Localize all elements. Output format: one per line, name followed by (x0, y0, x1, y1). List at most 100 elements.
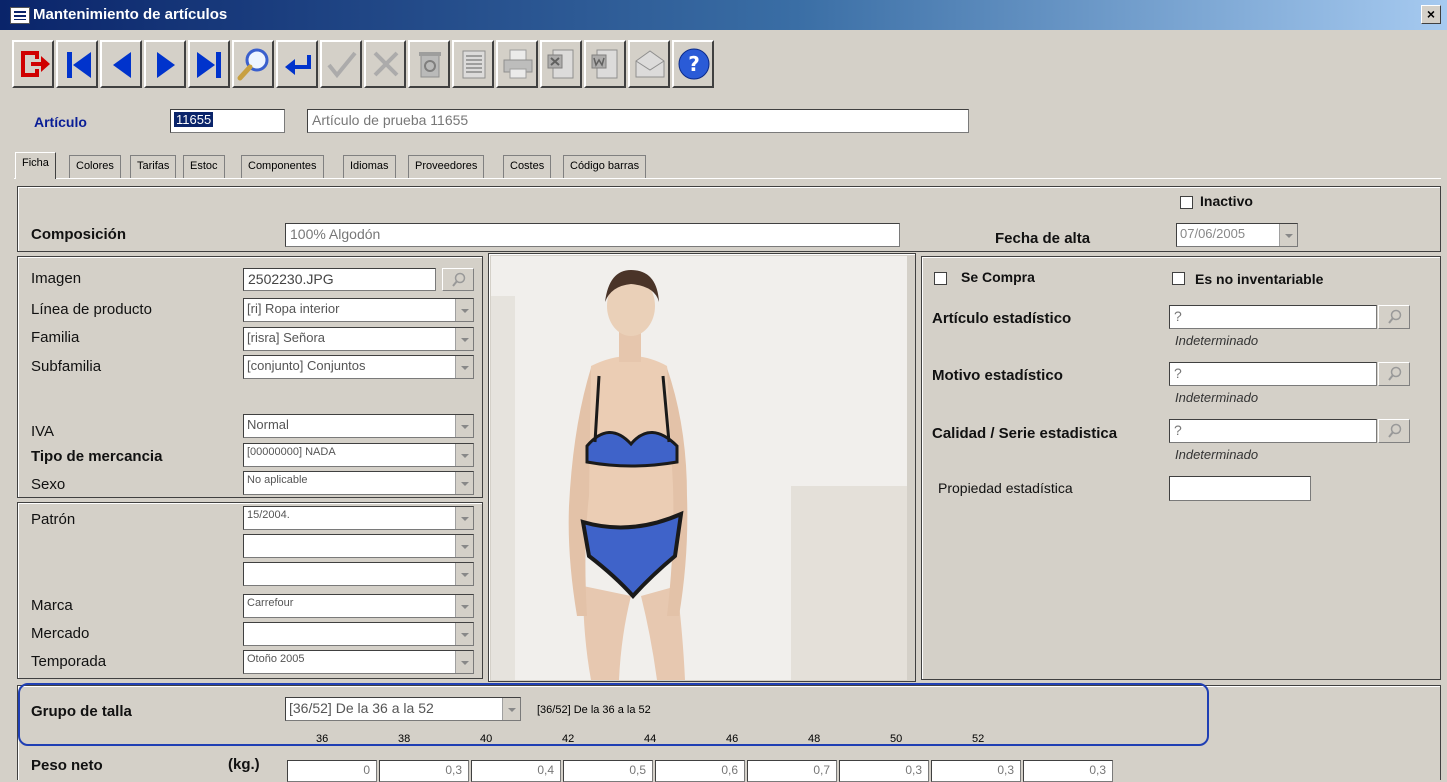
composition-field[interactable]: 100% Algodón (285, 223, 900, 247)
brand-label: Marca (31, 597, 73, 614)
net-weight-field[interactable]: 0,7 (747, 760, 837, 782)
stat-property-field[interactable] (1169, 476, 1311, 501)
family-label: Familia (31, 329, 80, 346)
sex-select[interactable]: No aplicable (243, 471, 474, 495)
tab-colores[interactable]: Colores (69, 155, 121, 179)
product-line-value: [ri] Ropa interior (247, 301, 340, 316)
print-button[interactable] (496, 40, 538, 88)
svg-text:?: ? (688, 52, 700, 76)
stat-reason-lookup-button[interactable] (1378, 362, 1410, 386)
pattern-select-2[interactable] (243, 534, 474, 558)
purchase-checkbox[interactable] (934, 272, 947, 285)
subfamily-select[interactable]: [conjunto] Conjuntos (243, 355, 474, 379)
net-weight-field[interactable]: 0,3 (839, 760, 929, 782)
chevron-down-icon[interactable] (455, 595, 473, 617)
chevron-down-icon[interactable] (455, 507, 473, 529)
market-select[interactable] (243, 622, 474, 646)
chevron-down-icon[interactable] (455, 444, 473, 466)
return-button[interactable] (276, 40, 318, 88)
net-weight-field[interactable]: 0,3 (1023, 760, 1113, 782)
email-button[interactable] (628, 40, 670, 88)
exit-button[interactable] (12, 40, 54, 88)
season-select[interactable]: Otoño 2005 (243, 650, 474, 674)
vat-select[interactable]: Normal (243, 414, 474, 438)
help-button[interactable]: ? (672, 40, 714, 88)
article-description-field[interactable]: Artículo de prueba 11655 (307, 109, 969, 133)
article-code-field[interactable]: 11655 (170, 109, 285, 133)
chevron-down-icon[interactable] (1279, 224, 1297, 246)
delete-button[interactable] (408, 40, 450, 88)
stat-reason-note: Indeterminado (1175, 390, 1259, 405)
stat-quality-note: Indeterminado (1175, 447, 1259, 462)
season-value: Otoño 2005 (247, 653, 305, 665)
excel-export-icon (547, 49, 574, 79)
chevron-down-icon[interactable] (455, 328, 473, 350)
market-label: Mercado (31, 625, 90, 642)
pattern-select[interactable]: 15/2004. (243, 506, 474, 530)
chevron-down-icon[interactable] (502, 698, 520, 720)
tab-proveedores[interactable]: Proveedores (408, 155, 485, 179)
image-lookup-button[interactable] (442, 268, 474, 291)
tab-idiomas[interactable]: Idiomas (343, 155, 396, 179)
chevron-down-icon[interactable] (455, 415, 473, 437)
inactive-checkbox[interactable] (1180, 196, 1193, 209)
size-group-select[interactable]: [36/52] De la 36 a la 52 (285, 697, 521, 721)
accept-button[interactable] (320, 40, 362, 88)
pattern-select-3[interactable] (243, 562, 474, 586)
list-button[interactable] (452, 40, 494, 88)
net-weight-field[interactable]: 0,5 (563, 760, 653, 782)
cancel-button[interactable] (364, 40, 406, 88)
chevron-down-icon[interactable] (455, 651, 473, 673)
stat-article-field[interactable]: ? (1169, 305, 1377, 329)
net-weight-field[interactable]: 0,6 (655, 760, 745, 782)
stat-quality-field[interactable]: ? (1169, 419, 1377, 443)
net-weight-field[interactable]: 0,3 (379, 760, 469, 782)
tab-tarifas[interactable]: Tarifas (130, 155, 177, 179)
exit-icon (21, 51, 50, 77)
tab-codigo-barras[interactable]: Código barras (563, 155, 647, 179)
vat-value: Normal (247, 417, 289, 432)
family-select[interactable]: [risra] Señora (243, 327, 474, 351)
last-record-button[interactable] (188, 40, 230, 88)
search-icon (452, 272, 466, 287)
chevron-down-icon[interactable] (455, 623, 473, 645)
first-record-button[interactable] (56, 40, 98, 88)
product-line-select[interactable]: [ri] Ropa interior (243, 298, 474, 322)
registration-date-field[interactable]: 07/06/2005 (1176, 223, 1298, 247)
next-record-icon (157, 52, 175, 78)
first-record-icon (67, 52, 91, 78)
excel-export-button[interactable] (540, 40, 582, 88)
family-value: [risra] Señora (247, 330, 326, 345)
size-header: 42 (562, 733, 575, 745)
tab-componentes[interactable]: Componentes (241, 155, 324, 179)
chevron-down-icon[interactable] (455, 472, 473, 494)
next-record-button[interactable] (144, 40, 186, 88)
close-button[interactable]: × (1421, 5, 1441, 24)
tab-estoc[interactable]: Estoc (183, 155, 225, 179)
chevron-down-icon[interactable] (455, 563, 473, 585)
previous-record-button[interactable] (100, 40, 142, 88)
tab-divider (14, 178, 1441, 179)
goods-type-select[interactable]: [00000000] NADA (243, 443, 474, 467)
stat-article-note: Indeterminado (1175, 333, 1259, 348)
search-button[interactable] (232, 40, 274, 88)
brand-select[interactable]: Carrefour (243, 594, 474, 618)
delete-icon (419, 52, 441, 78)
email-icon (635, 50, 665, 78)
stat-quality-lookup-button[interactable] (1378, 419, 1410, 443)
tab-ficha[interactable]: Ficha (15, 152, 56, 179)
size-group-label: Grupo de talla (31, 703, 132, 720)
net-weight-field[interactable]: 0 (287, 760, 377, 782)
word-export-button[interactable] (584, 40, 626, 88)
chevron-down-icon[interactable] (455, 356, 473, 378)
chevron-down-icon[interactable] (455, 535, 473, 557)
chevron-down-icon[interactable] (455, 299, 473, 321)
tab-costes[interactable]: Costes (503, 155, 552, 179)
net-weight-field[interactable]: 0,3 (931, 760, 1021, 782)
stat-article-lookup-button[interactable] (1378, 305, 1410, 329)
stat-reason-field[interactable]: ? (1169, 362, 1377, 386)
help-icon: ? (678, 48, 710, 80)
image-field[interactable]: 2502230.JPG (243, 268, 436, 291)
net-weight-field[interactable]: 0,4 (471, 760, 561, 782)
non-inventory-checkbox[interactable] (1172, 272, 1185, 285)
